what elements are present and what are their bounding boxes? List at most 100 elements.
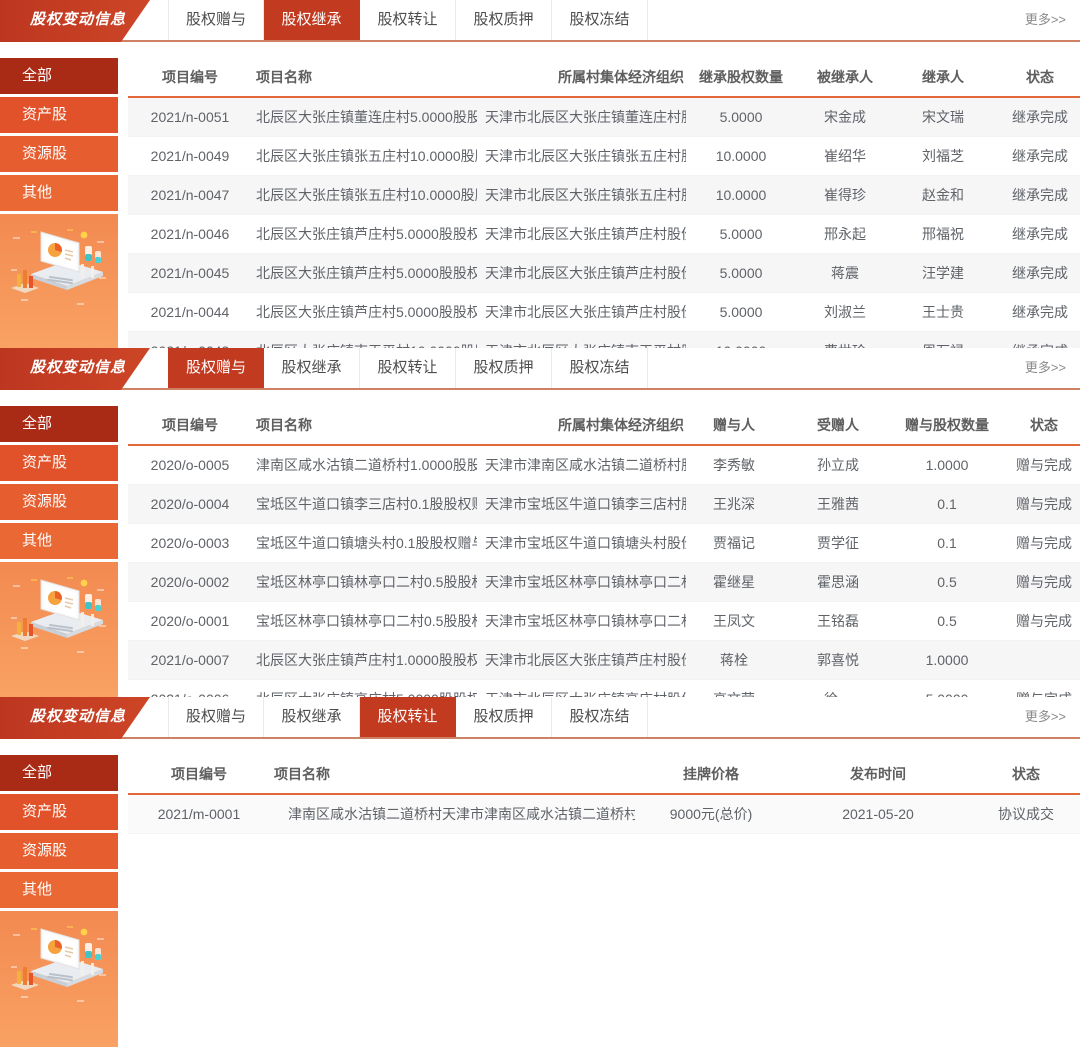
inheritance-table: 项目编号项目名称所属村集体经济组织继承股权数量被继承人继承人状态 2021/n-… — [128, 58, 1080, 348]
column-header: 项目名称 — [252, 58, 477, 97]
table-row[interactable]: 2020/o-0004宝坻区牛道口镇李三店村0.1股股权赠与项目天津市宝坻区牛道… — [128, 485, 1080, 524]
table-row[interactable]: 2021/n-0046北辰区大张庄镇芦庄村5.0000股股权继承...天津市北辰… — [128, 215, 1080, 254]
table-cell: 1.0000 — [894, 641, 1000, 680]
table-cell: 蒋震 — [796, 254, 894, 293]
table-row[interactable]: 2021/m-0001津南区咸水沽镇二道桥村天津市津南区咸水沽镇二道桥村股份经.… — [128, 794, 1080, 834]
tab-2-active[interactable]: 股权继承 — [264, 0, 360, 40]
table-cell: 2021/n-0043 — [128, 332, 252, 349]
category-sidebar: 全部资产股资源股其他 — [0, 406, 118, 697]
table-row[interactable]: 2021/n-0044北辰区大张庄镇芦庄村5.0000股股权继承...天津市北辰… — [128, 293, 1080, 332]
column-header: 继承股权数量 — [686, 58, 796, 97]
table-row[interactable]: 2021/n-0051北辰区大张庄镇董连庄村5.0000股股权继...天津市北辰… — [128, 97, 1080, 137]
column-header: 赠与人 — [686, 406, 782, 445]
tab-1-active[interactable]: 股权赠与 — [168, 348, 264, 388]
sidebar-item-1[interactable]: 全部 — [0, 406, 118, 445]
table-cell: 赠与完成 — [1000, 485, 1080, 524]
column-header: 项目编号 — [128, 406, 252, 445]
table-cell: 王雅茜 — [782, 485, 894, 524]
column-header: 项目名称 — [270, 755, 635, 794]
table-cell: 2020/o-0002 — [128, 563, 252, 602]
tab-5[interactable]: 股权冻结 — [552, 348, 648, 388]
table-head: 项目编号项目名称挂牌价格发布时间状态 — [128, 755, 1080, 794]
sidebar-item-2[interactable]: 资产股 — [0, 97, 118, 136]
table-row[interactable]: 2020/o-0003宝坻区牛道口镇塘头村0.1股股权赠与项目天津市宝坻区牛道口… — [128, 524, 1080, 563]
tab-2[interactable]: 股权继承 — [264, 697, 360, 737]
tab-3[interactable]: 股权转让 — [360, 348, 456, 388]
table-cell: 刘淑兰 — [796, 293, 894, 332]
column-header: 项目编号 — [128, 58, 252, 97]
laptop-charts-illustration-icon — [7, 923, 111, 1007]
table-cell: 2021-05-20 — [787, 794, 969, 834]
table-cell: 天津市津南区咸水沽镇二道桥村股... — [477, 445, 686, 485]
table-cell: 5.0000 — [686, 293, 796, 332]
column-header: 状态 — [992, 58, 1080, 97]
table-row[interactable]: 2021/n-0047北辰区大张庄镇张五庄村10.0000股股权继...天津市北… — [128, 176, 1080, 215]
table-cell: 5.0000 — [686, 97, 796, 137]
table-cell: 北辰区大张庄镇芦庄村5.0000股股权继承... — [252, 293, 477, 332]
more-link[interactable]: 更多>> — [1025, 697, 1066, 737]
table-cell: 天津市北辰区大张庄镇芦庄村股份... — [477, 215, 686, 254]
table-cell: 王兆深 — [686, 485, 782, 524]
table-row[interactable]: 2021/o-0007北辰区大张庄镇芦庄村1.0000股股权赠与...天津市北辰… — [128, 641, 1080, 680]
table-cell: 2021/n-0045 — [128, 254, 252, 293]
table-cell: 津南区咸水沽镇二道桥村天津市津南区咸水沽镇二道桥村股份经... — [270, 794, 635, 834]
table-row[interactable]: 2021/n-0045北辰区大张庄镇芦庄村5.0000股股权继承...天津市北辰… — [128, 254, 1080, 293]
table-body: 2021/m-0001津南区咸水沽镇二道桥村天津市津南区咸水沽镇二道桥村股份经.… — [128, 794, 1080, 834]
table-row[interactable]: 2021/n-0049北辰区大张庄镇张五庄村10.0000股股权继...天津市北… — [128, 137, 1080, 176]
more-link[interactable]: 更多>> — [1025, 348, 1066, 388]
table-cell: 天津市宝坻区林亭口镇林亭口二村... — [477, 563, 686, 602]
tab-4[interactable]: 股权质押 — [456, 697, 552, 737]
table-cell: 2021/o-0007 — [128, 641, 252, 680]
section-equity-gift: 股权变动信息 股权赠与股权继承股权转让股权质押股权冻结 更多>> 全部资产股资源… — [0, 348, 1080, 697]
table-cell: 刘福芝 — [894, 137, 992, 176]
tab-1[interactable]: 股权赠与 — [168, 0, 264, 40]
table-cell: 天津市北辰区大张庄镇董连庄村股... — [477, 97, 686, 137]
table-cell: 5.0000 — [686, 254, 796, 293]
laptop-charts-illustration-icon — [7, 226, 111, 310]
tab-4[interactable]: 股权质押 — [456, 348, 552, 388]
table-cell: 赠与完成 — [1000, 445, 1080, 485]
table-cell: 天津市北辰区大张庄镇张五庄村股... — [477, 137, 686, 176]
section-title: 股权变动信息 — [30, 11, 126, 28]
tab-5[interactable]: 股权冻结 — [552, 697, 648, 737]
column-header: 状态 — [1000, 406, 1080, 445]
table-area: 项目编号项目名称所属村集体经济组织赠与人受赠人赠与股权数量状态 2020/o-0… — [128, 406, 1080, 697]
section-title: 股权变动信息 — [30, 359, 126, 376]
table-row[interactable]: 2021/n-0043北辰区大张庄镇南王平村10.0000股股权继...天津市北… — [128, 332, 1080, 349]
header-row: 项目编号项目名称所属村集体经济组织继承股权数量被继承人继承人状态 — [128, 58, 1080, 97]
gift-table: 项目编号项目名称所属村集体经济组织赠与人受赠人赠与股权数量状态 2020/o-0… — [128, 406, 1080, 697]
tab-3[interactable]: 股权转让 — [360, 0, 456, 40]
sidebar-item-3[interactable]: 资源股 — [0, 136, 118, 175]
table-cell: 赠与完成 — [1000, 602, 1080, 641]
sidebar-item-4[interactable]: 其他 — [0, 872, 118, 911]
tab-5[interactable]: 股权冻结 — [552, 0, 648, 40]
header-row: 项目编号项目名称挂牌价格发布时间状态 — [128, 755, 1080, 794]
sidebar-item-2[interactable]: 资产股 — [0, 445, 118, 484]
more-link[interactable]: 更多>> — [1025, 0, 1066, 40]
sidebar-item-1[interactable]: 全部 — [0, 58, 118, 97]
tab-1[interactable]: 股权赠与 — [168, 697, 264, 737]
table-cell: 5.0000 — [894, 680, 1000, 698]
tab-4[interactable]: 股权质押 — [456, 0, 552, 40]
table-body: 2020/o-0005津南区咸水沽镇二道桥村1.0000股股权赠...天津市津南… — [128, 445, 1080, 697]
sidebar-item-1[interactable]: 全部 — [0, 755, 118, 794]
section-body: 全部资产股资源股其他 — [0, 58, 1080, 348]
table-cell: 2020/o-0005 — [128, 445, 252, 485]
column-header: 被继承人 — [796, 58, 894, 97]
table-cell: 2020/o-0001 — [128, 602, 252, 641]
sidebar-item-3[interactable]: 资源股 — [0, 833, 118, 872]
table-area: 项目编号项目名称挂牌价格发布时间状态 2021/m-0001津南区咸水沽镇二道桥… — [128, 755, 1080, 1047]
table-cell: 北辰区大张庄镇南王平村10.0000股股权继... — [252, 332, 477, 349]
table-row[interactable]: 2021/o-0006北辰区大张庄镇高庄村5.0000股股权赠与...天津市北辰… — [128, 680, 1080, 698]
column-header: 项目名称 — [252, 406, 477, 445]
sidebar-item-2[interactable]: 资产股 — [0, 794, 118, 833]
tab-3-active[interactable]: 股权转让 — [360, 697, 456, 737]
table-row[interactable]: 2020/o-0001宝坻区林亭口镇林亭口二村0.5股股权赠与...天津市宝坻区… — [128, 602, 1080, 641]
sidebar-item-4[interactable]: 其他 — [0, 175, 118, 214]
sidebar-item-4[interactable]: 其他 — [0, 523, 118, 562]
tab-2[interactable]: 股权继承 — [264, 348, 360, 388]
column-header: 继承人 — [894, 58, 992, 97]
table-row[interactable]: 2020/o-0002宝坻区林亭口镇林亭口二村0.5股股权赠与...天津市宝坻区… — [128, 563, 1080, 602]
sidebar-item-3[interactable]: 资源股 — [0, 484, 118, 523]
table-row[interactable]: 2020/o-0005津南区咸水沽镇二道桥村1.0000股股权赠...天津市津南… — [128, 445, 1080, 485]
